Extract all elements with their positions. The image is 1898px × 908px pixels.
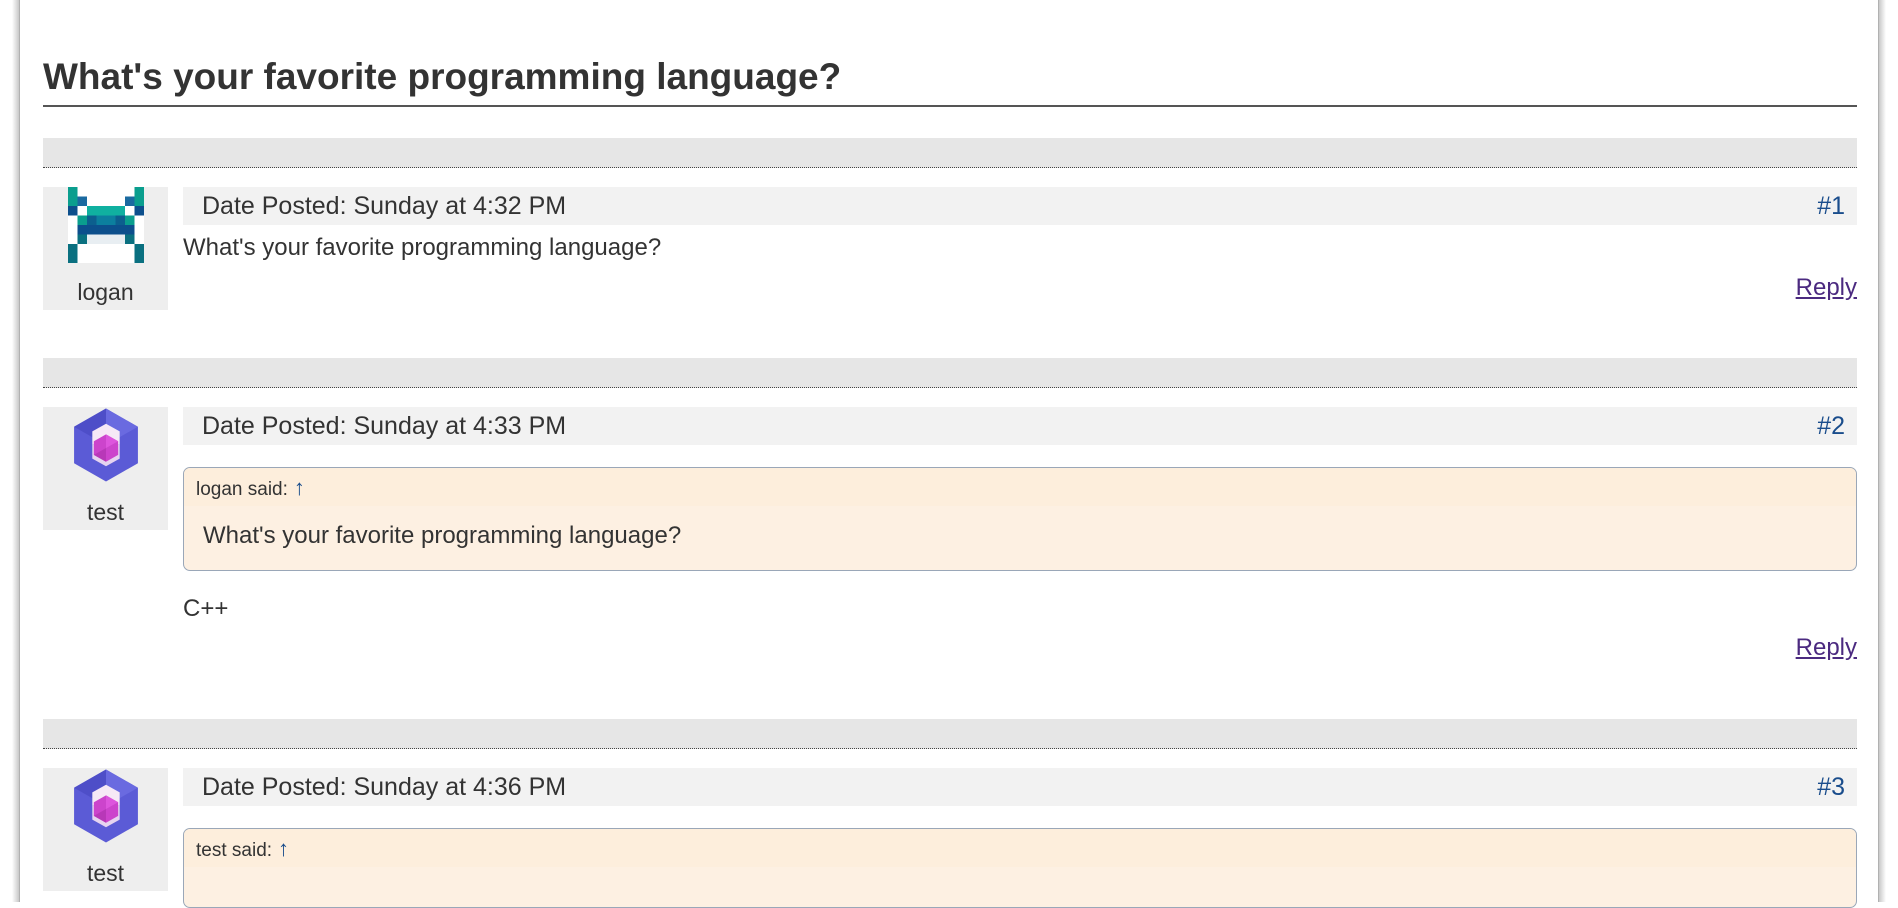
post-header: Date Posted: Sunday at 4:36 PM #3 xyxy=(183,768,1857,806)
post-separator xyxy=(43,719,1857,749)
username[interactable]: test xyxy=(43,860,168,887)
post-header: Date Posted: Sunday at 4:32 PM #1 xyxy=(183,187,1857,225)
post-3: test Date Posted: Sunday at 4:36 PM #3 t… xyxy=(43,719,1857,908)
quote-block: logan said: ↑ What's your favorite progra… xyxy=(183,467,1857,571)
post-2: test Date Posted: Sunday at 4:33 PM #2 l… xyxy=(43,358,1857,698)
post-number-link[interactable]: #1 xyxy=(1817,187,1845,225)
user-info: test xyxy=(43,407,168,530)
page-shadow-right xyxy=(1878,0,1898,902)
identicon-teal-avatar[interactable] xyxy=(68,187,144,263)
post-body: What's your favorite programming languag… xyxy=(183,234,662,261)
reply-link[interactable]: Reply xyxy=(1796,634,1857,662)
jump-to-quote-arrow-icon[interactable]: ↑ xyxy=(294,475,305,500)
thread-title: What's your favorite programming languag… xyxy=(43,56,1857,107)
quote-header: logan said: ↑ xyxy=(184,468,1856,506)
quote-header: test said: ↑ xyxy=(184,829,1856,867)
post-date: Date Posted: Sunday at 4:33 PM xyxy=(202,412,567,440)
user-info: test xyxy=(43,768,168,891)
post-separator xyxy=(43,358,1857,388)
post-1: logan Date Posted: Sunday at 4:32 PM #1 … xyxy=(43,138,1857,338)
post-date: Date Posted: Sunday at 4:36 PM xyxy=(202,773,567,801)
quote-author: logan said: xyxy=(196,479,288,500)
quote-author: test said: xyxy=(196,840,273,861)
forum-thread-page: What's your favorite programming languag… xyxy=(0,0,1898,908)
user-info: logan xyxy=(43,187,168,310)
quote-text: What's your favorite programming languag… xyxy=(203,522,682,549)
post-number-link[interactable]: #2 xyxy=(1817,407,1845,445)
jump-to-quote-arrow-icon[interactable]: ↑ xyxy=(278,836,289,861)
reply-link[interactable]: Reply xyxy=(1796,274,1857,302)
username[interactable]: logan xyxy=(43,279,168,306)
post-header: Date Posted: Sunday at 4:33 PM #2 xyxy=(183,407,1857,445)
quote-block: test said: ↑ xyxy=(183,828,1857,908)
post-separator xyxy=(43,138,1857,168)
identicon-hexagon-avatar[interactable] xyxy=(68,768,144,844)
post-body: C++ xyxy=(183,595,229,622)
identicon-hexagon-avatar[interactable] xyxy=(68,407,144,483)
post-number-link[interactable]: #3 xyxy=(1817,768,1845,806)
post-date: Date Posted: Sunday at 4:32 PM xyxy=(202,192,567,220)
page-shadow-left xyxy=(0,0,20,902)
username[interactable]: test xyxy=(43,499,168,526)
